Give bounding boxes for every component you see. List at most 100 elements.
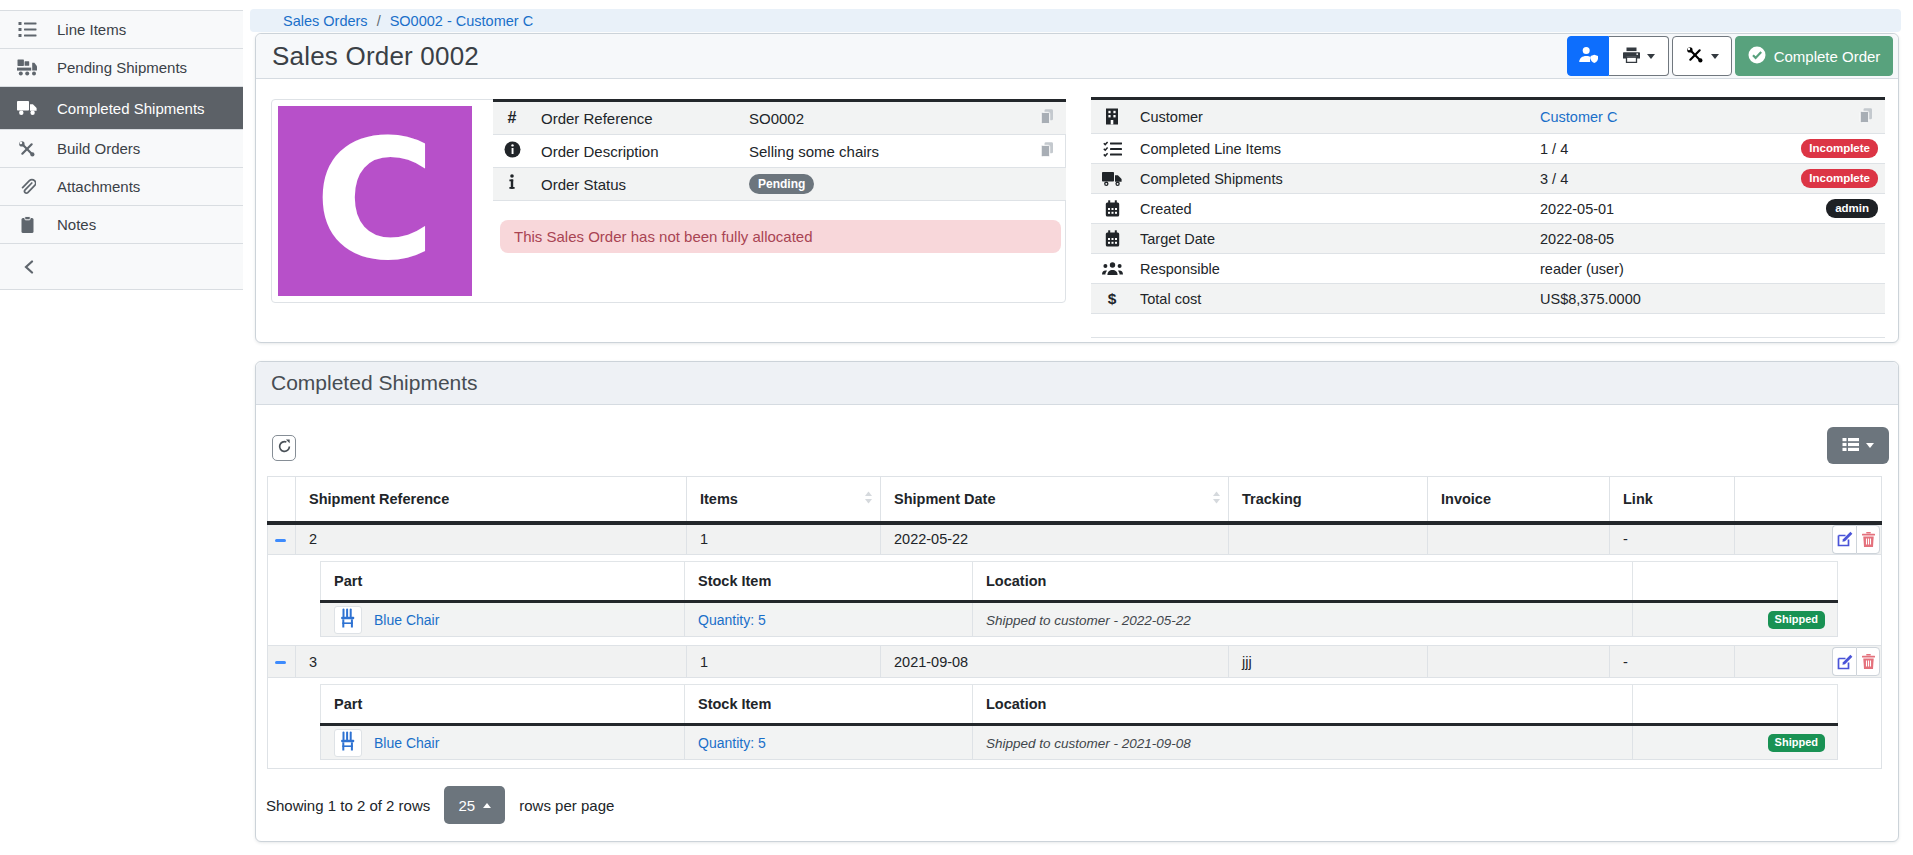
- customer-admin-button[interactable]: [1567, 36, 1609, 76]
- chevron-down-icon: [1711, 54, 1719, 59]
- copy-icon[interactable]: [1040, 109, 1054, 128]
- collapse-row-toggle[interactable]: [268, 523, 296, 555]
- order-detail-row: Order StatusPending: [493, 168, 1066, 201]
- sort-icon[interactable]: [1212, 491, 1221, 507]
- chevron-down-icon: [1866, 443, 1874, 448]
- sidebar-item-completed-shipments[interactable]: Completed Shipments: [0, 86, 243, 129]
- customer-image: C: [278, 106, 472, 296]
- tools-icon: [14, 140, 40, 158]
- detail-value: SO0002: [749, 110, 804, 127]
- order-summary-row: Target Date2022-08-05: [1091, 224, 1885, 254]
- rows-per-page-label: rows per page: [519, 797, 614, 814]
- check-circle-icon: [1748, 46, 1766, 67]
- shipment-reference-cell: 3: [296, 646, 687, 678]
- order-summary-empty-row: [1091, 314, 1885, 338]
- shipment-detail-row: Part Stock Item Location Blue Chair Quan…: [268, 678, 1882, 769]
- order-options-dropdown-button[interactable]: [1672, 36, 1732, 76]
- chevron-left-icon: [16, 260, 42, 274]
- part-link[interactable]: Blue Chair: [374, 735, 439, 751]
- calendar-icon: [1100, 230, 1124, 247]
- shipment-date-cell: 2021-09-08: [881, 646, 1229, 678]
- column-header-shipment-date[interactable]: Shipment Date: [881, 477, 1229, 523]
- breadcrumb-link-sales-orders[interactable]: Sales Orders: [283, 13, 368, 29]
- complete-order-button[interactable]: Complete Order: [1735, 36, 1893, 76]
- summary-value: 1 / 4: [1540, 141, 1568, 157]
- part-link[interactable]: Blue Chair: [374, 612, 439, 628]
- summary-label: Created: [1140, 201, 1192, 217]
- summary-label: Responsible: [1140, 261, 1220, 277]
- chevron-down-icon: [1647, 54, 1655, 59]
- stock-item-link[interactable]: Quantity: 5: [698, 735, 766, 751]
- info-circle-icon: [501, 141, 523, 161]
- page-size-value: 25: [458, 797, 475, 814]
- column-header-shipment-reference[interactable]: Shipment Reference: [296, 477, 687, 523]
- list-icon: [14, 21, 40, 38]
- breadcrumb: Sales Orders / SO0002 - Customer C: [250, 9, 1901, 32]
- customer-link[interactable]: Customer C: [1540, 109, 1617, 125]
- sort-icon[interactable]: [864, 491, 873, 507]
- expand-column-header: [268, 477, 296, 523]
- complete-order-label: Complete Order: [1774, 48, 1881, 65]
- minus-icon[interactable]: [275, 661, 286, 664]
- copy-icon[interactable]: [1859, 107, 1873, 126]
- subtable-header-stock-item: Stock Item: [685, 685, 973, 725]
- subtable-header-empty: [1633, 685, 1838, 725]
- order-detail-row: Order DescriptionSelling some chairs: [493, 135, 1066, 168]
- info-icon: [501, 174, 523, 194]
- sidebar-item-line-items[interactable]: Line Items: [0, 10, 243, 48]
- part-thumbnail: [334, 606, 362, 634]
- delete-shipment-button[interactable]: [1856, 647, 1880, 676]
- subtable-header-part: Part: [321, 562, 685, 602]
- print-dropdown-button[interactable]: [1609, 36, 1669, 76]
- column-header-tracking[interactable]: Tracking: [1229, 477, 1428, 523]
- column-select-button[interactable]: [1827, 427, 1889, 464]
- location-text: Shipped to customer - 2022-05-22: [986, 613, 1191, 628]
- order-summary-row: Completed Line Items1 / 4Incomplete: [1091, 134, 1885, 164]
- shipment-date-cell: 2022-05-22: [881, 523, 1229, 555]
- shipment-actions-cell: [1735, 646, 1882, 678]
- sidebar-collapse-button[interactable]: [0, 243, 243, 290]
- table-columns-icon: [1842, 437, 1859, 455]
- copy-icon[interactable]: [1040, 142, 1054, 161]
- sidebar-item-attachments[interactable]: Attachments: [0, 167, 243, 205]
- summary-value: 2022-08-05: [1540, 231, 1614, 247]
- minus-icon[interactable]: [275, 539, 286, 542]
- sidebar: Line ItemsPending ShipmentsCompleted Shi…: [0, 10, 243, 290]
- sidebar-item-build-orders[interactable]: Build Orders: [0, 129, 243, 167]
- breadcrumb-link-current[interactable]: SO0002 - Customer C: [390, 13, 533, 29]
- shipment-link-cell: -: [1610, 523, 1735, 555]
- allocation-alert: This Sales Order has not been fully allo…: [500, 220, 1061, 253]
- shipment-items-cell: 1: [687, 646, 881, 678]
- delete-shipment-button[interactable]: [1856, 525, 1880, 554]
- sidebar-item-label: Attachments: [57, 178, 140, 195]
- shipment-row: 3 1 2021-09-08 jjj -: [268, 646, 1882, 678]
- sidebar-item-pending-shipments[interactable]: Pending Shipments: [0, 48, 243, 86]
- summary-label: Customer: [1140, 109, 1203, 125]
- shipped-badge: Shipped: [1768, 734, 1825, 752]
- row-count-summary: Showing 1 to 2 of 2 rows: [266, 797, 430, 814]
- refresh-button[interactable]: [272, 435, 296, 461]
- edit-shipment-button[interactable]: [1832, 525, 1856, 554]
- breadcrumb-separator: /: [377, 13, 381, 29]
- truck-loading-icon: [14, 59, 40, 76]
- status-badge: admin: [1826, 199, 1878, 218]
- edit-shipment-button[interactable]: [1832, 647, 1856, 676]
- allocation-row: Blue Chair Quantity: 5 Shipped to custom…: [321, 602, 1838, 637]
- page-title: Sales Order 0002: [272, 41, 479, 72]
- column-header-invoice[interactable]: Invoice: [1428, 477, 1610, 523]
- status-badge: Incomplete: [1801, 139, 1878, 158]
- shipments-table: Shipment Reference Items Shipment Date T…: [267, 476, 1882, 769]
- collapse-row-toggle[interactable]: [268, 646, 296, 678]
- order-summary-row: Created2022-05-01admin: [1091, 194, 1885, 224]
- summary-label: Total cost: [1140, 291, 1201, 307]
- person-shield-icon: [1578, 46, 1599, 66]
- allocations-subtable: Part Stock Item Location Blue Chair Quan…: [320, 684, 1838, 760]
- sidebar-item-notes[interactable]: Notes: [0, 205, 243, 243]
- column-header-items[interactable]: Items: [687, 477, 881, 523]
- column-header-link[interactable]: Link: [1610, 477, 1735, 523]
- shipment-tracking-cell: [1229, 523, 1428, 555]
- shipment-detail-row: Part Stock Item Location Blue Chair Quan…: [268, 555, 1882, 646]
- page-size-dropdown[interactable]: 25: [444, 786, 505, 824]
- chair-icon: [340, 731, 357, 754]
- stock-item-link[interactable]: Quantity: 5: [698, 612, 766, 628]
